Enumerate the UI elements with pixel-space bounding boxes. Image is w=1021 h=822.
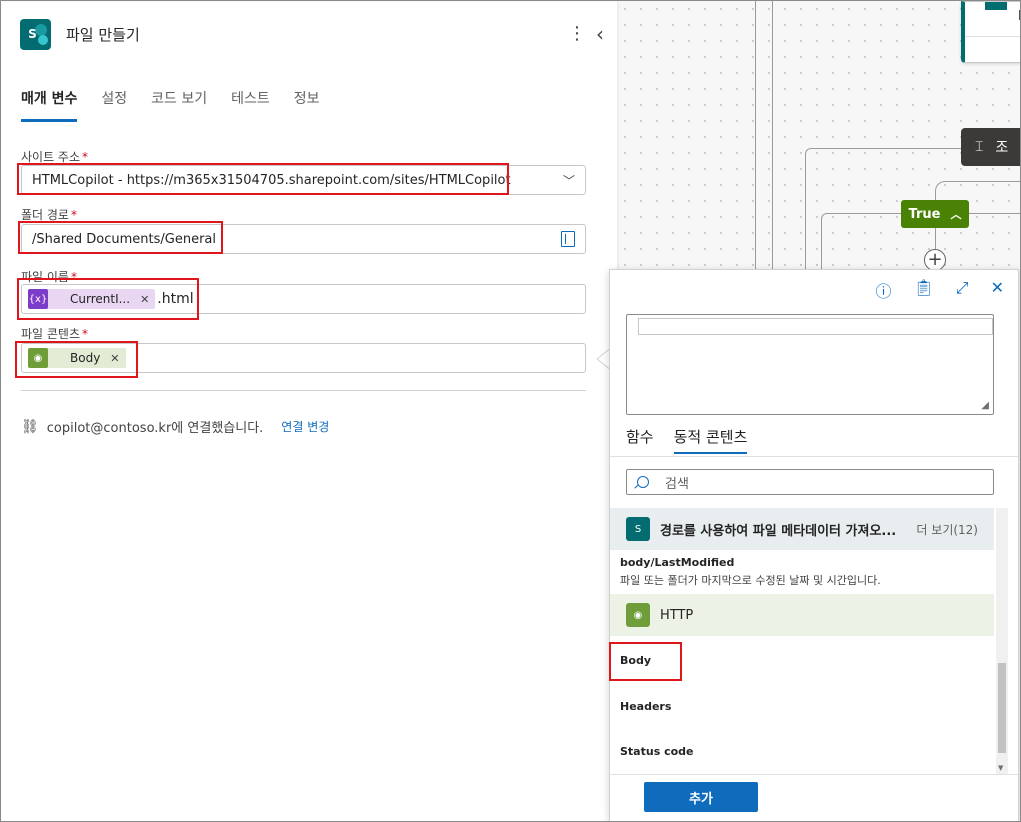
- site-address-value: HTMLCopilot - https://m365x31504705.shar…: [32, 172, 511, 188]
- file-name-label: 파일 이름 *: [21, 270, 77, 284]
- body-token[interactable]: ◉ Body ✕: [28, 348, 126, 368]
- list-item-status-code[interactable]: Status code: [610, 728, 994, 774]
- panel-divider: [21, 390, 586, 391]
- expression-icon: {x}: [28, 289, 48, 309]
- tab-test[interactable]: 테스트: [231, 88, 270, 122]
- item-name: Headers: [620, 699, 672, 713]
- connection-info: ⛓ copilot@contoso.kr에 연결했습니다. 연결 변경: [21, 417, 329, 437]
- file-content-label: 파일 콘텐츠 *: [21, 327, 89, 341]
- tab-dynamic-content[interactable]: 동적 콘텐츠: [673, 426, 748, 454]
- folder-path-label: 폴더 경로 *: [21, 208, 77, 222]
- site-address-label: 사이트 주소 *: [21, 150, 89, 164]
- scroll-down-icon[interactable]: ▼: [998, 764, 1003, 772]
- file-name-suffix: .html: [157, 291, 194, 307]
- tab-about[interactable]: 정보: [294, 88, 320, 122]
- expand-icon[interactable]: ⤢: [956, 278, 969, 302]
- tab-settings[interactable]: 설정: [101, 88, 127, 122]
- expression-token[interactable]: {x} CurrentI... ✕: [28, 289, 156, 309]
- flow-action-card[interactable]: [961, 1, 1020, 63]
- sharepoint-icon: S: [20, 18, 51, 50]
- close-icon[interactable]: ✕: [991, 278, 1004, 302]
- flow-connector: [969, 213, 1020, 214]
- expression-editor[interactable]: ◢: [626, 314, 994, 415]
- info-icon[interactable]: ⓘ: [875, 278, 891, 302]
- expression-input[interactable]: [638, 318, 993, 335]
- group-header-sharepoint[interactable]: S 경로를 사용하여 파일 메타데이터 가져오... 더 보기(12): [610, 508, 994, 550]
- panel-header: S 파일 만들기 ⋮ ‹: [20, 18, 617, 50]
- item-name: Status code: [620, 744, 694, 758]
- connection-text: copilot@contoso.kr에 연결했습니다.: [46, 421, 264, 436]
- dynamic-content-list: S 경로를 사용하여 파일 메타데이터 가져오... 더 보기(12) body…: [610, 508, 994, 774]
- item-name: Body: [620, 653, 651, 667]
- sharepoint-icon: S: [626, 517, 650, 541]
- more-options-icon[interactable]: ⋮: [568, 23, 586, 44]
- footer-divider: [610, 774, 1018, 775]
- group-name: 경로를 사용하여 파일 메타데이터 가져오...: [660, 523, 897, 539]
- panel-tabs: 매개 변수 설정 코드 보기 테스트 정보: [21, 88, 320, 122]
- true-branch-badge[interactable]: True ︿: [901, 200, 969, 228]
- clipboard-icon[interactable]: 📋︎: [913, 278, 933, 302]
- tab-parameters[interactable]: 매개 변수: [21, 88, 78, 122]
- item-name: body/LastModified: [620, 556, 735, 569]
- list-scrollbar[interactable]: ▼: [996, 508, 1008, 774]
- body-token-label: Body: [70, 351, 101, 365]
- tab-functions[interactable]: 함수: [626, 426, 654, 454]
- tabs-divider: [610, 456, 1018, 457]
- http-globe-icon: ◉: [28, 348, 48, 368]
- folder-picker-icon[interactable]: [561, 231, 575, 247]
- search-icon: [637, 476, 649, 488]
- dynamic-content-popup: ⓘ 📋︎ ⤢ ✕ ◢ 함수 동적 콘텐츠 검색 S 경로를 사용하여 파일 메타…: [609, 269, 1019, 821]
- condition-icon: ⌶: [975, 139, 984, 155]
- chevron-down-icon: ﹀: [562, 174, 575, 188]
- panel-title: 파일 만들기: [66, 25, 140, 44]
- scrollbar-thumb[interactable]: [998, 663, 1006, 753]
- file-name-input[interactable]: {x} CurrentI... ✕ .html: [21, 284, 586, 314]
- collapse-panel-icon[interactable]: ‹: [596, 22, 604, 46]
- folder-path-input[interactable]: /Shared Documents/General: [21, 224, 586, 254]
- popup-tabs: 함수 동적 콘텐츠: [626, 426, 748, 454]
- search-placeholder: 검색: [665, 476, 689, 492]
- http-globe-icon: ◉: [626, 603, 650, 627]
- chevron-up-icon: ︿: [950, 208, 962, 221]
- list-item-lastmodified[interactable]: body/LastModified 파일 또는 폴더가 마지막으로 수정된 날짜…: [610, 550, 994, 594]
- flow-connector: [935, 181, 1020, 200]
- action-icon: [985, 2, 1007, 10]
- action-card-divider: [965, 36, 1020, 37]
- see-more-link[interactable]: 더 보기(12): [916, 521, 978, 538]
- plus-icon: +: [927, 249, 943, 270]
- popup-toolbar: ⓘ 📋︎ ⤢ ✕: [875, 278, 1004, 302]
- file-content-input[interactable]: ◉ Body ✕: [21, 343, 586, 373]
- expression-token-label: CurrentI...: [70, 292, 131, 306]
- app-window: ⌶ 조 True ︿ + S 파일 만들기 ⋮ ‹ 매개 변수 설정 코드 보기…: [0, 0, 1021, 822]
- add-button[interactable]: 추가: [644, 782, 758, 812]
- search-input[interactable]: 검색: [626, 469, 994, 495]
- item-description: 파일 또는 폴더가 마지막으로 수정된 날짜 및 시간입니다.: [620, 574, 881, 587]
- add-step-button[interactable]: +: [924, 249, 946, 271]
- resize-grip-icon[interactable]: ◢: [981, 400, 989, 411]
- list-item-headers[interactable]: Headers: [610, 684, 994, 728]
- condition-node[interactable]: ⌶ 조: [961, 128, 1020, 166]
- group-header-http[interactable]: ◉ HTTP: [610, 594, 994, 636]
- list-item-body[interactable]: Body: [610, 636, 994, 684]
- change-connection-link[interactable]: 연결 변경: [281, 418, 329, 435]
- flow-connector: [935, 228, 936, 249]
- group-name: HTTP: [660, 607, 694, 623]
- true-branch-label: True: [908, 206, 941, 222]
- remove-token-icon[interactable]: ✕: [110, 352, 125, 365]
- action-config-panel: S 파일 만들기 ⋮ ‹ 매개 변수 설정 코드 보기 테스트 정보 사이트 주…: [2, 2, 617, 821]
- tab-code-view[interactable]: 코드 보기: [151, 88, 207, 122]
- condition-label: 조: [995, 140, 1009, 156]
- link-icon: ⛓: [21, 418, 39, 435]
- remove-token-icon[interactable]: ✕: [140, 293, 155, 306]
- site-address-dropdown[interactable]: HTMLCopilot - https://m365x31504705.shar…: [21, 165, 586, 195]
- folder-path-value: /Shared Documents/General: [32, 231, 217, 247]
